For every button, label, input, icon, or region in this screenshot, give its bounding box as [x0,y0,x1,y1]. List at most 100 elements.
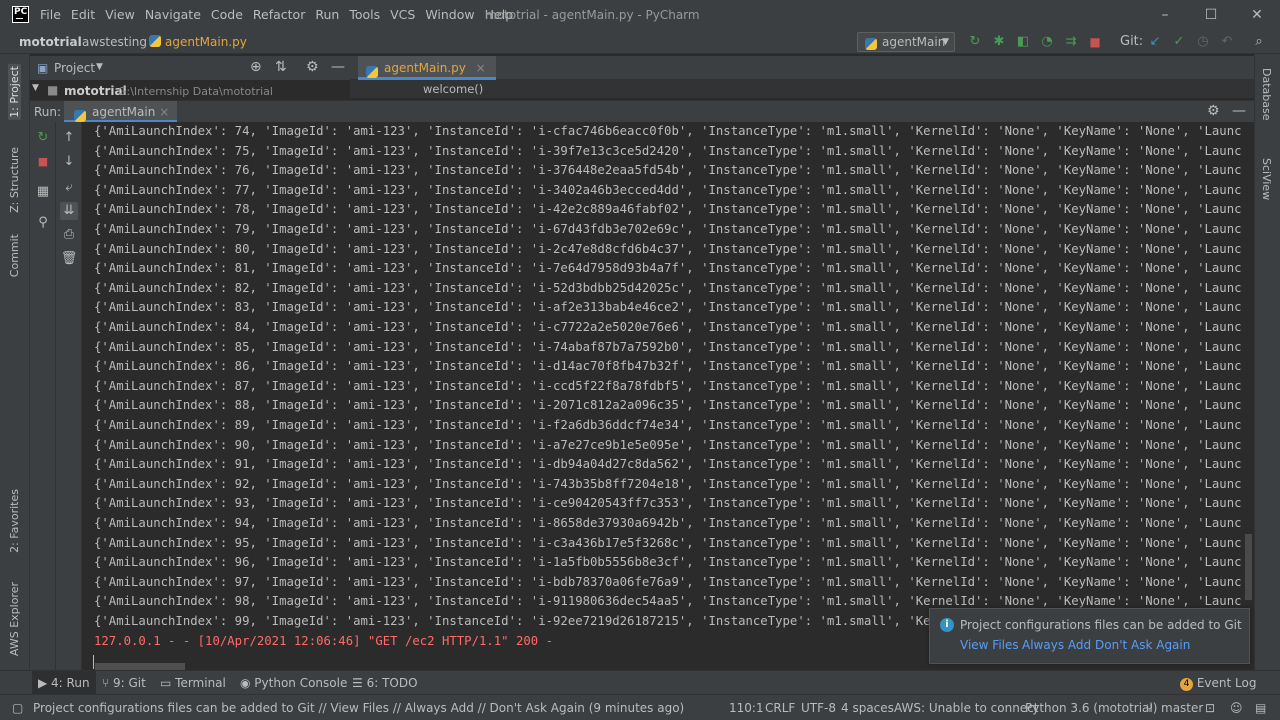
menu-item-run[interactable]: Run [315,7,339,22]
python-interpreter[interactable]: Python 3.6 (mototrial) [1025,701,1157,715]
memory-icon[interactable]: ▤ [1255,701,1266,715]
menu-item-file[interactable]: File [40,7,61,22]
menu-item-tools[interactable]: Tools [349,7,380,22]
scroll-to-end-icon[interactable]: ⇊ [60,202,78,220]
tab-git[interactable]: ⑂ 9: Git [102,671,146,695]
minimize-button[interactable]: – [1142,0,1188,30]
horizontal-scrollbar[interactable] [95,663,185,670]
soft-wrap-icon[interactable]: ⤶ [60,179,78,197]
tool-window-database[interactable]: Database [1260,68,1273,121]
close-icon[interactable]: × [476,61,486,75]
tool-window-sciview[interactable]: SciView [1260,158,1273,200]
editor-tab[interactable]: agentMain.py × [358,56,496,80]
git-commit-icon[interactable]: ✓ [1171,34,1187,50]
project-panel-header: ▣ Project ▼ ⊕ ⇅ ⚙ — [30,56,350,80]
breadcrumb-folder[interactable]: awstesting [82,35,147,49]
console-line: {'AmiLaunchIndex': 84, 'ImageId': 'ami-1… [94,320,1242,334]
hide-icon[interactable]: — [1232,103,1246,119]
profile-icon[interactable]: ◔ [1039,34,1055,50]
tab-run[interactable]: ▶ 4: Run [32,671,96,695]
caret-position[interactable]: 110:1 [729,701,764,715]
close-button[interactable]: ✕ [1234,0,1280,30]
concurrency-icon[interactable]: ⇉ [1063,34,1079,50]
dont-ask-again-link[interactable]: Don't Ask Again [1095,638,1190,652]
chevron-down-icon[interactable]: ▼ [32,83,39,93]
tool-window-structure[interactable]: Z: Structure [8,147,21,213]
tool-window-aws-explorer[interactable]: AWS Explorer [8,582,21,656]
stop-icon[interactable]: ■ [1087,34,1103,50]
menu-item-refactor[interactable]: Refactor [253,7,305,22]
git-rollback-icon[interactable]: ↶ [1219,34,1235,50]
stop-icon[interactable]: ■ [34,153,52,171]
chevron-down-icon: ▼ [942,37,949,47]
tool-window-project[interactable]: 1: Project [8,64,21,120]
menu-item-window[interactable]: Window [425,7,474,22]
tab-event-log[interactable]: 4 Event Log [1180,671,1256,695]
chevron-down-icon[interactable]: ▼ [96,62,103,72]
branch-icon: ⑂ [102,676,114,690]
close-icon[interactable]: × [159,101,169,123]
menu-item-code[interactable]: Code [211,7,243,22]
git-branch[interactable]: master [1161,701,1203,715]
print-icon[interactable]: ⎙ [60,226,78,244]
breadcrumb-file[interactable]: agentMain.py [165,35,247,49]
right-tool-strip: Database SciView [1254,54,1280,692]
status-message[interactable]: Project configurations files can be adde… [33,701,684,715]
gear-icon[interactable]: ⚙ [1207,103,1220,119]
menu-item-vcs[interactable]: VCS [390,7,415,22]
tool-window-commit[interactable]: Commit [8,234,21,277]
console-line: {'AmiLaunchIndex': 83, 'ImageId': 'ami-1… [94,300,1242,315]
console-line: {'AmiLaunchIndex': 94, 'ImageId': 'ami-1… [94,516,1242,530]
aws-status[interactable]: AWS: Unable to connect [894,701,1038,715]
console-line: {'AmiLaunchIndex': 85, 'ImageId': 'ami-1… [94,339,1242,354]
tab-run-label: 4: Run [51,676,90,690]
rerun-icon[interactable]: ↻ [34,129,52,147]
git-history-icon[interactable]: ◷ [1195,34,1211,50]
menu-item-view[interactable]: View [105,7,135,22]
hide-icon[interactable]: — [331,59,345,75]
lock-icon[interactable]: ⊡ [1205,701,1215,715]
tab-python-console-label: Python Console [254,676,348,690]
vertical-scrollbar[interactable] [1245,534,1252,600]
tab-terminal[interactable]: ▭ Terminal [160,671,226,695]
collapse-all-icon[interactable]: ⇅ [275,59,287,75]
locate-icon[interactable]: ⊕ [250,59,262,75]
inspector-icon[interactable]: ☺ [1230,701,1243,715]
rerun-icon[interactable]: ↻ [967,34,983,50]
menu-item-navigate[interactable]: Navigate [145,7,201,22]
project-panel-title[interactable]: Project [54,61,95,75]
menu-item-edit[interactable]: Edit [71,7,95,22]
play-icon: ▶ [38,676,52,690]
console-line: {'AmiLaunchIndex': 75, 'ImageId': 'ami-1… [94,143,1242,158]
trash-icon[interactable]: 🗑 [60,250,78,268]
search-icon[interactable]: ⌕ [1251,34,1267,50]
todo-icon: ☰ [352,676,367,690]
console-line: {'AmiLaunchIndex': 90, 'ImageId': 'ami-1… [94,437,1242,452]
run-tab[interactable]: agentMain × [64,101,178,123]
server-log-line: 127.0.0.1 - - [10/Apr/2021 12:06:46] "GE… [94,634,554,648]
pin-icon[interactable]: ⚲ [34,214,52,232]
arrow-up-icon[interactable]: ↑ [60,129,78,147]
tab-todo[interactable]: ☰ 6: TODO [352,671,418,695]
line-separator[interactable]: CRLF [765,701,795,715]
editor-breadcrumb[interactable]: welcome() [350,80,1254,98]
maximize-button[interactable]: ☐ [1188,0,1234,30]
project-root-path: G:\Internship Data\mototrial [118,85,273,98]
tool-window-favorites[interactable]: 2: Favorites [8,489,21,553]
coverage-icon[interactable]: ◧ [1015,34,1031,50]
tab-python-console[interactable]: ◉ Python Console [240,671,347,695]
view-files-link[interactable]: View Files [960,638,1019,652]
status-layout-icon[interactable]: ▢ [12,701,23,715]
run-config-dropdown[interactable]: agentMain ▼ [857,32,955,52]
navigation-bar: mototrial › awstesting agentMain.py agen… [0,30,1280,54]
always-add-link[interactable]: Always Add [1022,638,1091,652]
gear-icon[interactable]: ⚙ [306,59,319,75]
git-update-icon[interactable]: ↙ [1147,34,1163,50]
arrow-down-icon[interactable]: ↓ [60,153,78,171]
console-output[interactable]: {'AmiLaunchIndex': 74, 'ImageId': 'ami-1… [82,122,1254,670]
indent-setting[interactable]: 4 spaces [841,701,894,715]
file-encoding[interactable]: UTF-8 [801,701,836,715]
project-tree-root[interactable]: ▼ ■ mototrial G:\Internship Data\mototri… [30,80,350,100]
layout-icon[interactable]: ▦ [34,183,52,201]
debug-bug-icon[interactable]: ✱ [991,34,1007,50]
